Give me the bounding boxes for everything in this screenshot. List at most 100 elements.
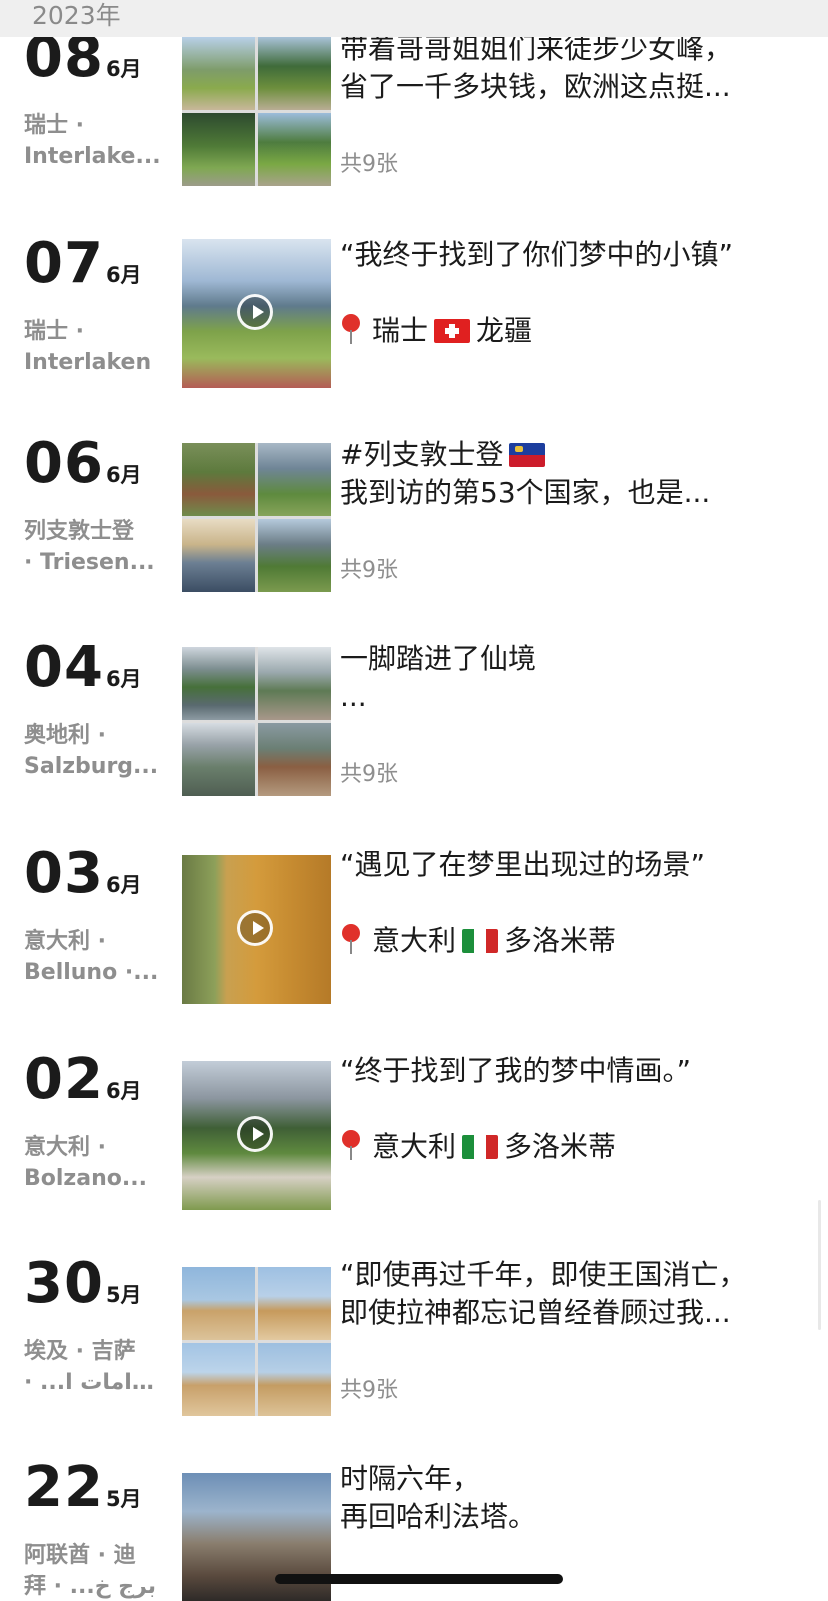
play-icon[interactable] (237, 1116, 273, 1152)
location-tag: 瑞士 龙疆 (340, 312, 532, 350)
location-line-2: Salzburg... (24, 754, 159, 779)
post-text-line-1: #列支敦士登 (340, 436, 795, 474)
post-entry-may-30[interactable]: 305月 埃及 · 吉萨 · ...أهرامات ا “即使再过千年，即使王国… (0, 1256, 828, 1416)
photo-count: 共9张 (340, 152, 398, 177)
play-icon[interactable] (237, 910, 273, 946)
italy-flag-icon (462, 1135, 499, 1159)
post-day: 03 (24, 841, 104, 906)
post-text: 时隔六年， 再回哈利法塔。 (340, 1460, 795, 1536)
post-entry-jun-06[interactable]: 066月 列支敦士登 · Triesen... #列支敦士登 我到访的第53个国… (0, 436, 828, 596)
photo-thumbnail (258, 37, 331, 110)
photo-thumbnail (258, 1267, 331, 1340)
post-month: 5月 (105, 1283, 142, 1307)
post-text-line-2: 再回哈利法塔。 (340, 1500, 537, 1533)
photo-thumbnail (182, 1267, 255, 1340)
post-month: 6月 (105, 873, 142, 897)
post-entry-jun-07[interactable]: 076月 瑞士 · Interlaken “我终于找到了你们梦中的小镇” 瑞士 龙… (0, 236, 828, 396)
post-day: 06 (24, 431, 104, 496)
post-location: 意大利 · Belluno ·... (24, 926, 164, 988)
photo-thumbnail (182, 723, 255, 796)
post-location: 列支敦士登 · Triesen... (24, 516, 164, 578)
post-date: 026月 (24, 1052, 174, 1108)
post-text-line-1: “终于找到了我的梦中情画。” (340, 1054, 692, 1087)
post-location: 埃及 · 吉萨 · ...أهرامات ا (24, 1336, 164, 1398)
location-pin-icon (340, 924, 360, 954)
photo-thumbnail (182, 37, 255, 110)
photo-thumbnail (258, 519, 331, 592)
play-icon[interactable] (237, 294, 273, 330)
home-indicator[interactable] (275, 1574, 563, 1584)
post-text-line-1: “我终于找到了你们梦中的小镇” (340, 238, 734, 271)
moments-album-page: 2023年 086月 瑞士 · Interlake... 带着哥哥姐姐们来徒步少… (0, 0, 828, 1601)
post-date: 086月 (24, 30, 174, 86)
post-month: 6月 (105, 667, 142, 691)
video-thumbnail[interactable] (182, 1061, 331, 1210)
scroll-indicator[interactable] (818, 1200, 821, 1330)
photo-grid-thumbnail[interactable] (182, 1267, 331, 1416)
location-tag-country: 意大利 (372, 924, 457, 957)
year-label: 2023年 (32, 1, 121, 30)
photo-thumbnail (182, 443, 255, 516)
photo-thumbnail (182, 1343, 255, 1416)
post-month: 6月 (105, 1079, 142, 1103)
post-location: 瑞士 · Interlake... (24, 110, 164, 172)
location-line-1: 意大利 · (24, 1135, 107, 1160)
post-text: 带着哥哥姐姐们来徒步少女峰， 省了一千多块钱，欧洲这点挺... (340, 30, 795, 106)
post-day: 22 (24, 1455, 104, 1520)
post-location: 奥地利 · Salzburg... (24, 720, 164, 782)
location-tag-country: 意大利 (372, 1130, 457, 1163)
post-text-line-2: 即使拉神都忘记曾经眷顾过我... (340, 1296, 731, 1329)
photo-count: 共9张 (340, 762, 398, 787)
post-location: 瑞士 · Interlaken (24, 316, 164, 378)
photo-thumbnail (182, 113, 255, 186)
location-tag-country: 瑞士 (372, 314, 429, 347)
photo-thumbnail (258, 647, 331, 720)
post-text: “即使再过千年，即使王国消亡， 即使拉神都忘记曾经眷顾过我... (340, 1256, 795, 1332)
post-text-line-1: 一脚踏进了仙境 (340, 642, 537, 675)
video-thumbnail[interactable] (182, 239, 331, 388)
location-line-2: · Triesen... (24, 550, 155, 575)
post-text-line-2: 省了一千多块钱，欧洲这点挺... (340, 70, 731, 103)
post-date: 066月 (24, 436, 174, 492)
location-line-2: Interlake... (24, 144, 161, 169)
location-tag: 意大利 多洛米蒂 (340, 922, 616, 960)
post-text: #列支敦士登 我到访的第53个国家，也是... (340, 436, 795, 512)
location-line-2: Bolzano... (24, 1166, 147, 1191)
photo-count: 共9张 (340, 1378, 398, 1403)
post-hashtag: #列支敦士登 (340, 438, 504, 471)
location-line-2: Interlaken (24, 350, 152, 375)
post-text-line-2: 我到访的第53个国家，也是... (340, 476, 711, 509)
post-entry-jun-08[interactable]: 086月 瑞士 · Interlake... 带着哥哥姐姐们来徒步少女峰， 省了… (0, 30, 828, 190)
location-line-2: 拜 · ...برج خ (24, 1574, 157, 1599)
location-line-1: 埃及 · 吉萨 (24, 1339, 136, 1364)
photo-grid-thumbnail[interactable] (182, 37, 331, 186)
location-line-1: 瑞士 · (24, 113, 85, 138)
location-line-1: 奥地利 · (24, 723, 107, 748)
photo-grid-thumbnail[interactable] (182, 647, 331, 796)
post-text: 一脚踏进了仙境 ... (340, 640, 795, 716)
post-month: 5月 (105, 1487, 142, 1511)
location-line-1: 瑞士 · (24, 319, 85, 344)
photo-grid-thumbnail[interactable] (182, 443, 331, 592)
location-tag-place: 多洛米蒂 (504, 1130, 617, 1163)
post-date: 225月 (24, 1460, 174, 1516)
post-text: “终于找到了我的梦中情画。” (340, 1052, 795, 1090)
post-day: 04 (24, 635, 104, 700)
photo-thumbnail (182, 519, 255, 592)
post-location: 意大利 · Bolzano... (24, 1132, 164, 1194)
post-entry-jun-02[interactable]: 026月 意大利 · Bolzano... “终于找到了我的梦中情画。” 意大利… (0, 1052, 828, 1212)
post-month: 6月 (105, 263, 142, 287)
photo-thumbnail (258, 443, 331, 516)
post-location: 阿联酋 · 迪 拜 · ...برج خ (24, 1540, 164, 1601)
location-tag-place: 多洛米蒂 (504, 924, 617, 957)
location-line-2: · ...أهرامات ا (24, 1370, 164, 1395)
post-entry-jun-03[interactable]: 036月 意大利 · Belluno ·... “遇见了在梦里出现过的场景” 意… (0, 846, 828, 1006)
post-day: 08 (24, 25, 104, 90)
post-month: 6月 (105, 57, 142, 81)
location-line-1: 列支敦士登 (24, 519, 135, 544)
year-header: 2023年 (0, 0, 828, 37)
post-entry-jun-04[interactable]: 046月 奥地利 · Salzburg... 一脚踏进了仙境 ... 共9张 (0, 640, 828, 800)
video-thumbnail[interactable] (182, 855, 331, 1004)
photo-thumbnail (258, 1343, 331, 1416)
post-date: 076月 (24, 236, 174, 292)
